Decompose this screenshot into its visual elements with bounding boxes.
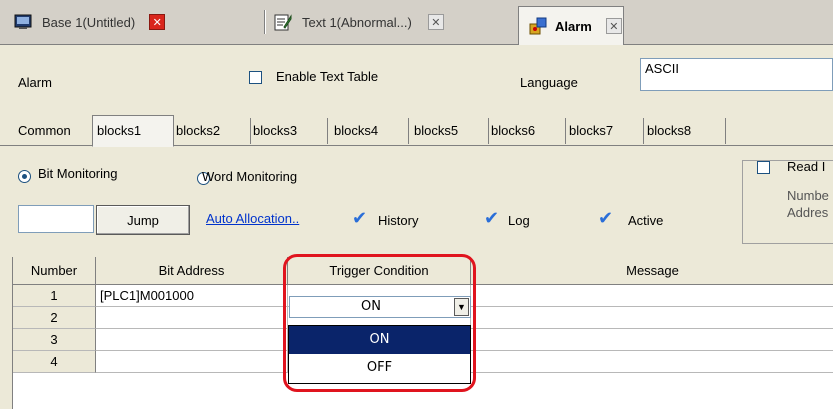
history-check-icon[interactable]: ✔ (352, 208, 367, 229)
row-number: 2 (13, 307, 96, 329)
column-header-trigger-condition[interactable]: Trigger Condition (288, 257, 471, 285)
blocks-tab-bar: Common blocks1 blocks2 blocks3 blocks4 b… (0, 109, 833, 147)
message-cell[interactable] (471, 329, 833, 351)
read-number-label: Numbe (787, 188, 829, 203)
enable-text-table-label: Enable Text Table (276, 69, 379, 84)
alarm-header: Alarm Enable Text Table Language ASCII (0, 45, 833, 109)
tab-blocks1[interactable]: blocks1 (92, 115, 174, 147)
doc-tab-label: Text 1(Abnormal...) (302, 14, 412, 30)
message-cell[interactable] (471, 307, 833, 329)
text-edit-icon (274, 13, 292, 31)
tab-blocks7[interactable]: blocks7 (565, 118, 644, 144)
row-number: 3 (13, 329, 96, 351)
doc-tab-text1[interactable]: Text 1(Abnormal...) ✕ (274, 8, 504, 36)
option-off[interactable]: OFF (289, 354, 470, 382)
tab-blocks3[interactable]: blocks3 (249, 118, 328, 144)
column-header-bit-address[interactable]: Bit Address (96, 257, 288, 285)
message-cell[interactable] (471, 285, 833, 307)
column-header-number[interactable]: Number (13, 257, 96, 285)
language-label: Language (520, 75, 578, 90)
enable-text-table-checkbox[interactable] (249, 71, 262, 84)
history-label: History (378, 213, 419, 228)
jump-button[interactable]: Jump (96, 205, 190, 235)
read-label: Read I (787, 159, 826, 174)
tab-blocks4[interactable]: blocks4 (330, 118, 409, 144)
word-monitoring-label: Word Monitoring (202, 169, 298, 184)
alarm-icon (529, 17, 547, 35)
bit-monitoring-radio[interactable] (18, 170, 31, 183)
trigger-selected-value: ON (361, 299, 381, 314)
doc-tab-label: Base 1(Untitled) (42, 14, 136, 30)
bit-address-cell[interactable] (96, 307, 288, 329)
chevron-down-icon[interactable]: ▼ (454, 298, 469, 316)
bit-monitoring-label: Bit Monitoring (38, 166, 118, 181)
doc-tab-base1[interactable]: Base 1(Untitled) ✕ (14, 8, 264, 36)
column-header-message[interactable]: Message (471, 257, 833, 285)
doc-tab-alarm[interactable]: Alarm ✕ (518, 6, 624, 45)
read-checkbox[interactable] (757, 161, 770, 174)
trigger-condition-select[interactable]: ON ▼ (289, 296, 471, 318)
jump-number-input[interactable] (18, 205, 94, 233)
tab-separator (264, 10, 266, 34)
jump-button-label: Jump (127, 212, 159, 228)
tab-blocks5[interactable]: blocks5 (410, 118, 489, 144)
screen-icon (14, 14, 32, 30)
doc-tab-label: Alarm (555, 18, 592, 34)
bit-address-cell[interactable] (96, 329, 288, 351)
row-number: 4 (13, 351, 96, 373)
log-label: Log (508, 213, 530, 228)
close-icon[interactable]: ✕ (149, 14, 166, 30)
trigger-condition-list: ON OFF (288, 325, 471, 384)
bit-address-cell[interactable]: [PLC1]M001000 (96, 285, 288, 307)
tab-blocks2[interactable]: blocks2 (172, 118, 251, 144)
active-label: Active (628, 213, 664, 228)
tab-common[interactable]: Common (0, 118, 96, 144)
language-field[interactable]: ASCII (640, 58, 833, 91)
bit-address-cell[interactable] (96, 351, 288, 373)
option-on[interactable]: ON (289, 326, 470, 354)
tab-blocks6[interactable]: blocks6 (487, 118, 566, 144)
log-check-icon[interactable]: ✔ (484, 208, 499, 229)
language-value: ASCII (645, 61, 679, 76)
read-group: Read I Numbe Addres (742, 159, 833, 244)
auto-allocation-link[interactable]: Auto Allocation.. (206, 211, 299, 226)
section-label: Alarm (18, 75, 52, 90)
close-icon[interactable]: ✕ (605, 18, 622, 34)
active-check-icon[interactable]: ✔ (598, 208, 613, 229)
row-number: 1 (13, 285, 96, 307)
tab-blocks8[interactable]: blocks8 (643, 118, 726, 144)
document-tab-bar: Base 1(Untitled) ✕ Text 1(Abnormal...) ✕… (0, 0, 833, 45)
read-address-label: Addres (787, 205, 829, 220)
close-icon[interactable]: ✕ (427, 14, 444, 30)
message-cell[interactable] (471, 351, 833, 373)
